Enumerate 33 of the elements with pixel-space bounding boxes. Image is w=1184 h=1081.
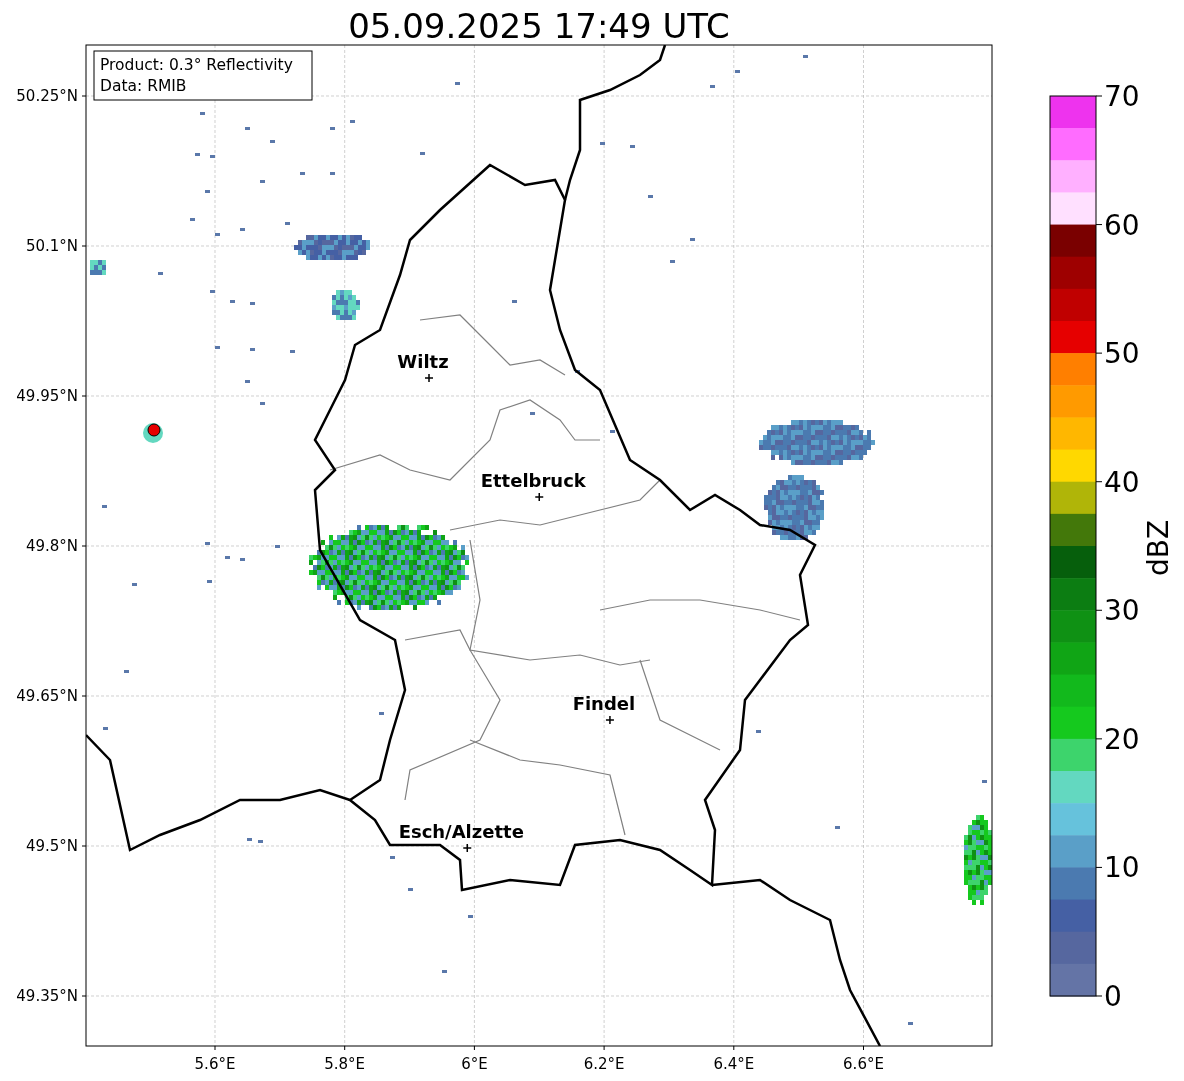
colorbar-tick-label: 20 — [1104, 722, 1140, 756]
legend-text: Data: RMIB — [100, 77, 187, 95]
colorbar-tick-label: 40 — [1104, 465, 1140, 499]
legend-text: Product: 0.3° Reflectivity — [100, 56, 293, 74]
colorbar-tick-label: 60 — [1104, 208, 1140, 242]
axis-tick-label: 49.65°N — [16, 687, 78, 705]
city-label: Findel — [572, 693, 636, 714]
axis-tick-label: 49.95°N — [16, 387, 78, 405]
axis-tick-label: 50.1°N — [25, 237, 78, 255]
axis-tick-label: 49.5°N — [25, 837, 78, 855]
colorbar-tick-label: 10 — [1104, 851, 1140, 885]
colorbar-tick-label: 70 — [1104, 80, 1140, 113]
colorbar-tick-label: 0 — [1104, 980, 1122, 1013]
city-marker-icon — [534, 492, 544, 502]
city-label: Ettelbruck — [480, 470, 586, 491]
axis-tick-label: 49.35°N — [16, 987, 78, 1005]
axis-tick-label: 6°E — [461, 1055, 488, 1073]
axis-tick-label: 6.2°E — [583, 1055, 625, 1073]
colorbar-tick-label: 30 — [1104, 594, 1140, 628]
city-marker-icon — [424, 373, 434, 383]
colorbar-tick-label: 50 — [1104, 337, 1140, 371]
axis-tick-label: 6.6°E — [843, 1055, 884, 1073]
city-marker-icon — [605, 715, 615, 725]
axis-tick-label: 49.8°N — [25, 537, 78, 555]
city-marker-icon — [462, 843, 472, 853]
axis-tick-label: 5.6°E — [194, 1055, 236, 1073]
city-label: Wiltz — [397, 351, 449, 372]
axis-tick-label: 50.25°N — [16, 87, 78, 105]
chart-title: 05.09.2025 17:49 UTC — [348, 6, 730, 46]
colorbar-label: dBZ — [1142, 519, 1175, 577]
axis-tick-label: 5.8°E — [324, 1055, 366, 1073]
axis-tick-label: 6.4°E — [713, 1055, 755, 1073]
city-label: Esch/Alzette — [398, 821, 524, 842]
